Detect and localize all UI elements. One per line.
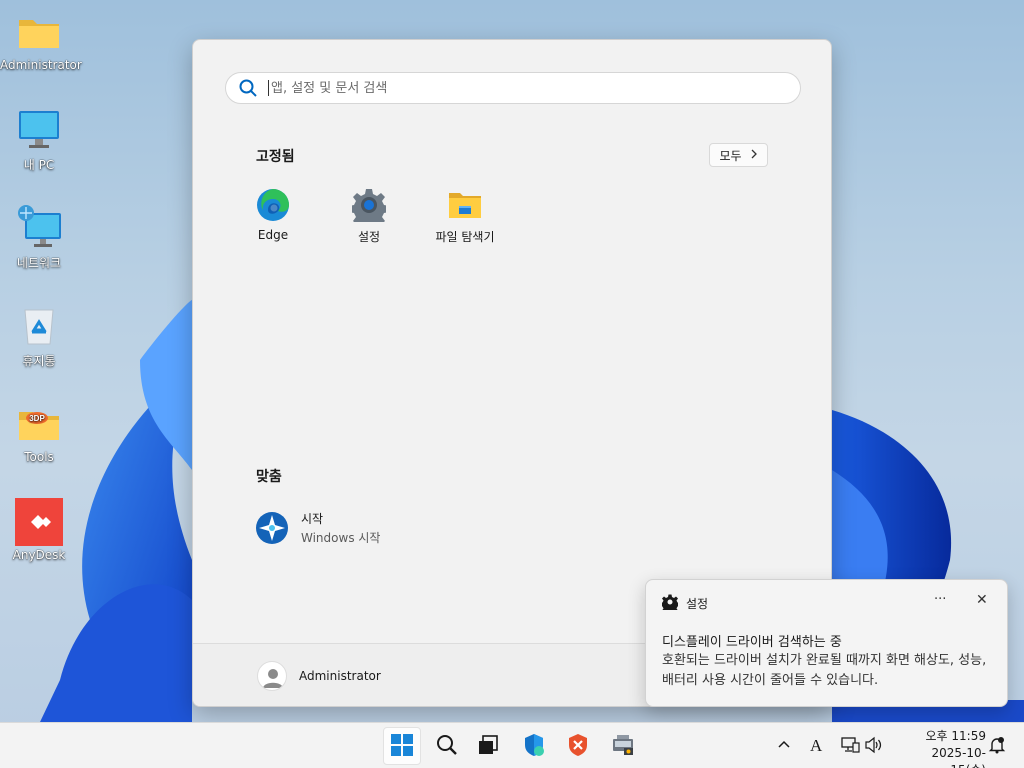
ime-indicator[interactable]: A: [810, 723, 822, 768]
clock[interactable]: 오후 11:59 2025-10-15(수): [896, 728, 986, 768]
speaker-icon: [864, 736, 884, 757]
device-manager-icon: [611, 733, 635, 760]
pinned-app-file-explorer[interactable]: 파일 탐색기: [417, 188, 513, 245]
start-button[interactable]: [383, 727, 421, 765]
clock-time: 오후 11:59: [925, 729, 986, 743]
tools-folder-icon: 3DP: [15, 400, 63, 448]
notification-center-button[interactable]: [988, 723, 1006, 768]
toast-header: 설정: [660, 594, 709, 615]
toast-close-button[interactable]: ✕: [976, 592, 988, 608]
search-icon: [238, 78, 258, 98]
file-explorer-icon: [448, 188, 482, 222]
clock-date: 2025-10-15(수): [931, 746, 986, 768]
user-avatar-icon: [257, 661, 287, 691]
pinned-app-edge[interactable]: Edge: [225, 188, 321, 242]
desktop-icon-administrator[interactable]: Administrator: [0, 8, 82, 72]
user-account-button[interactable]: Administrator: [257, 661, 381, 691]
taskbar-defender-button[interactable]: [515, 727, 553, 765]
settings-gear-icon: [660, 594, 680, 615]
desktop-icon-network[interactable]: 네트워크: [0, 204, 78, 271]
recommended-item-title: 시작: [301, 512, 324, 526]
text-caret: [268, 80, 269, 96]
all-apps-label: 모두: [719, 148, 742, 163]
desktop-icon-recycle-bin[interactable]: 휴지통: [0, 302, 78, 369]
firewall-app-icon: [566, 733, 590, 760]
desktop-icon-label: 휴지통: [22, 354, 56, 368]
anydesk-icon: [15, 498, 63, 546]
desktop-icon-tools[interactable]: 3DP Tools: [0, 400, 78, 464]
user-name: Administrator: [299, 669, 381, 683]
taskbar-device-manager-button[interactable]: [604, 727, 642, 765]
pinned-title: 고정됨: [256, 149, 295, 165]
chevron-up-icon: [776, 737, 792, 756]
toast-more-button[interactable]: ···: [934, 592, 946, 607]
folder-icon: [15, 8, 63, 56]
start-icon: [391, 733, 413, 759]
tray-overflow-button[interactable]: [776, 723, 792, 768]
task-view-button[interactable]: [469, 727, 507, 765]
recommended-title: 맞춤: [256, 469, 282, 485]
chevron-right-icon: [750, 148, 758, 162]
network-icon: [15, 204, 63, 252]
monitor-icon: [15, 106, 63, 154]
search-icon: [436, 734, 458, 759]
desktop-icon-label: 네트워크: [16, 256, 62, 270]
settings-gear-icon: [349, 188, 389, 229]
pinned-app-settings[interactable]: 설정: [321, 188, 417, 245]
toast-title: 디스플레이 드라이버 검색하는 중: [662, 635, 842, 650]
search-input[interactable]: [271, 80, 771, 96]
pinned-app-label: 파일 탐색기: [435, 230, 495, 244]
all-apps-button[interactable]: 모두: [709, 143, 768, 167]
desktop-icon-this-pc[interactable]: 내 PC: [0, 106, 78, 173]
tools-badge: 3DP: [29, 414, 45, 423]
defender-icon: [522, 733, 546, 760]
network-wired-icon: [840, 736, 860, 757]
recommended-item-subtitle: Windows 시작: [301, 531, 381, 545]
taskbar-firewall-button[interactable]: [559, 727, 597, 765]
get-started-icon: [255, 511, 289, 545]
notification-toast[interactable]: 설정 ··· ✕ 디스플레이 드라이버 검색하는 중 호환되는 드라이버 설치가…: [645, 579, 1008, 707]
edge-icon: [256, 188, 290, 222]
toast-body: 호환되는 드라이버 설치가 완료될 때까지 화면 해상도, 성능, 배터리 사용…: [662, 653, 987, 688]
desktop-icon-label: 내 PC: [23, 158, 55, 172]
desktop-icon-anydesk[interactable]: AnyDesk: [0, 498, 78, 562]
desktop-icon-label: Administrator: [0, 58, 82, 72]
desktop-icon-label: AnyDesk: [12, 548, 66, 562]
toast-app-name: 설정: [686, 597, 709, 611]
volume-button[interactable]: [864, 723, 884, 768]
pinned-app-label: Edge: [257, 228, 289, 242]
task-view-icon: [477, 734, 499, 759]
notification-bell-icon: [988, 736, 1006, 757]
taskbar: A 오후 11:59 2025-10-15(수): [0, 722, 1024, 768]
network-status-button[interactable]: [840, 723, 860, 768]
pinned-app-label: 설정: [357, 230, 381, 244]
start-search-box[interactable]: [225, 72, 801, 104]
taskbar-search-button[interactable]: [428, 727, 466, 765]
recycle-bin-icon: [15, 302, 63, 350]
desktop-icon-label: Tools: [24, 450, 54, 464]
recommended-item-get-started[interactable]: 시작 Windows 시작: [255, 510, 380, 546]
